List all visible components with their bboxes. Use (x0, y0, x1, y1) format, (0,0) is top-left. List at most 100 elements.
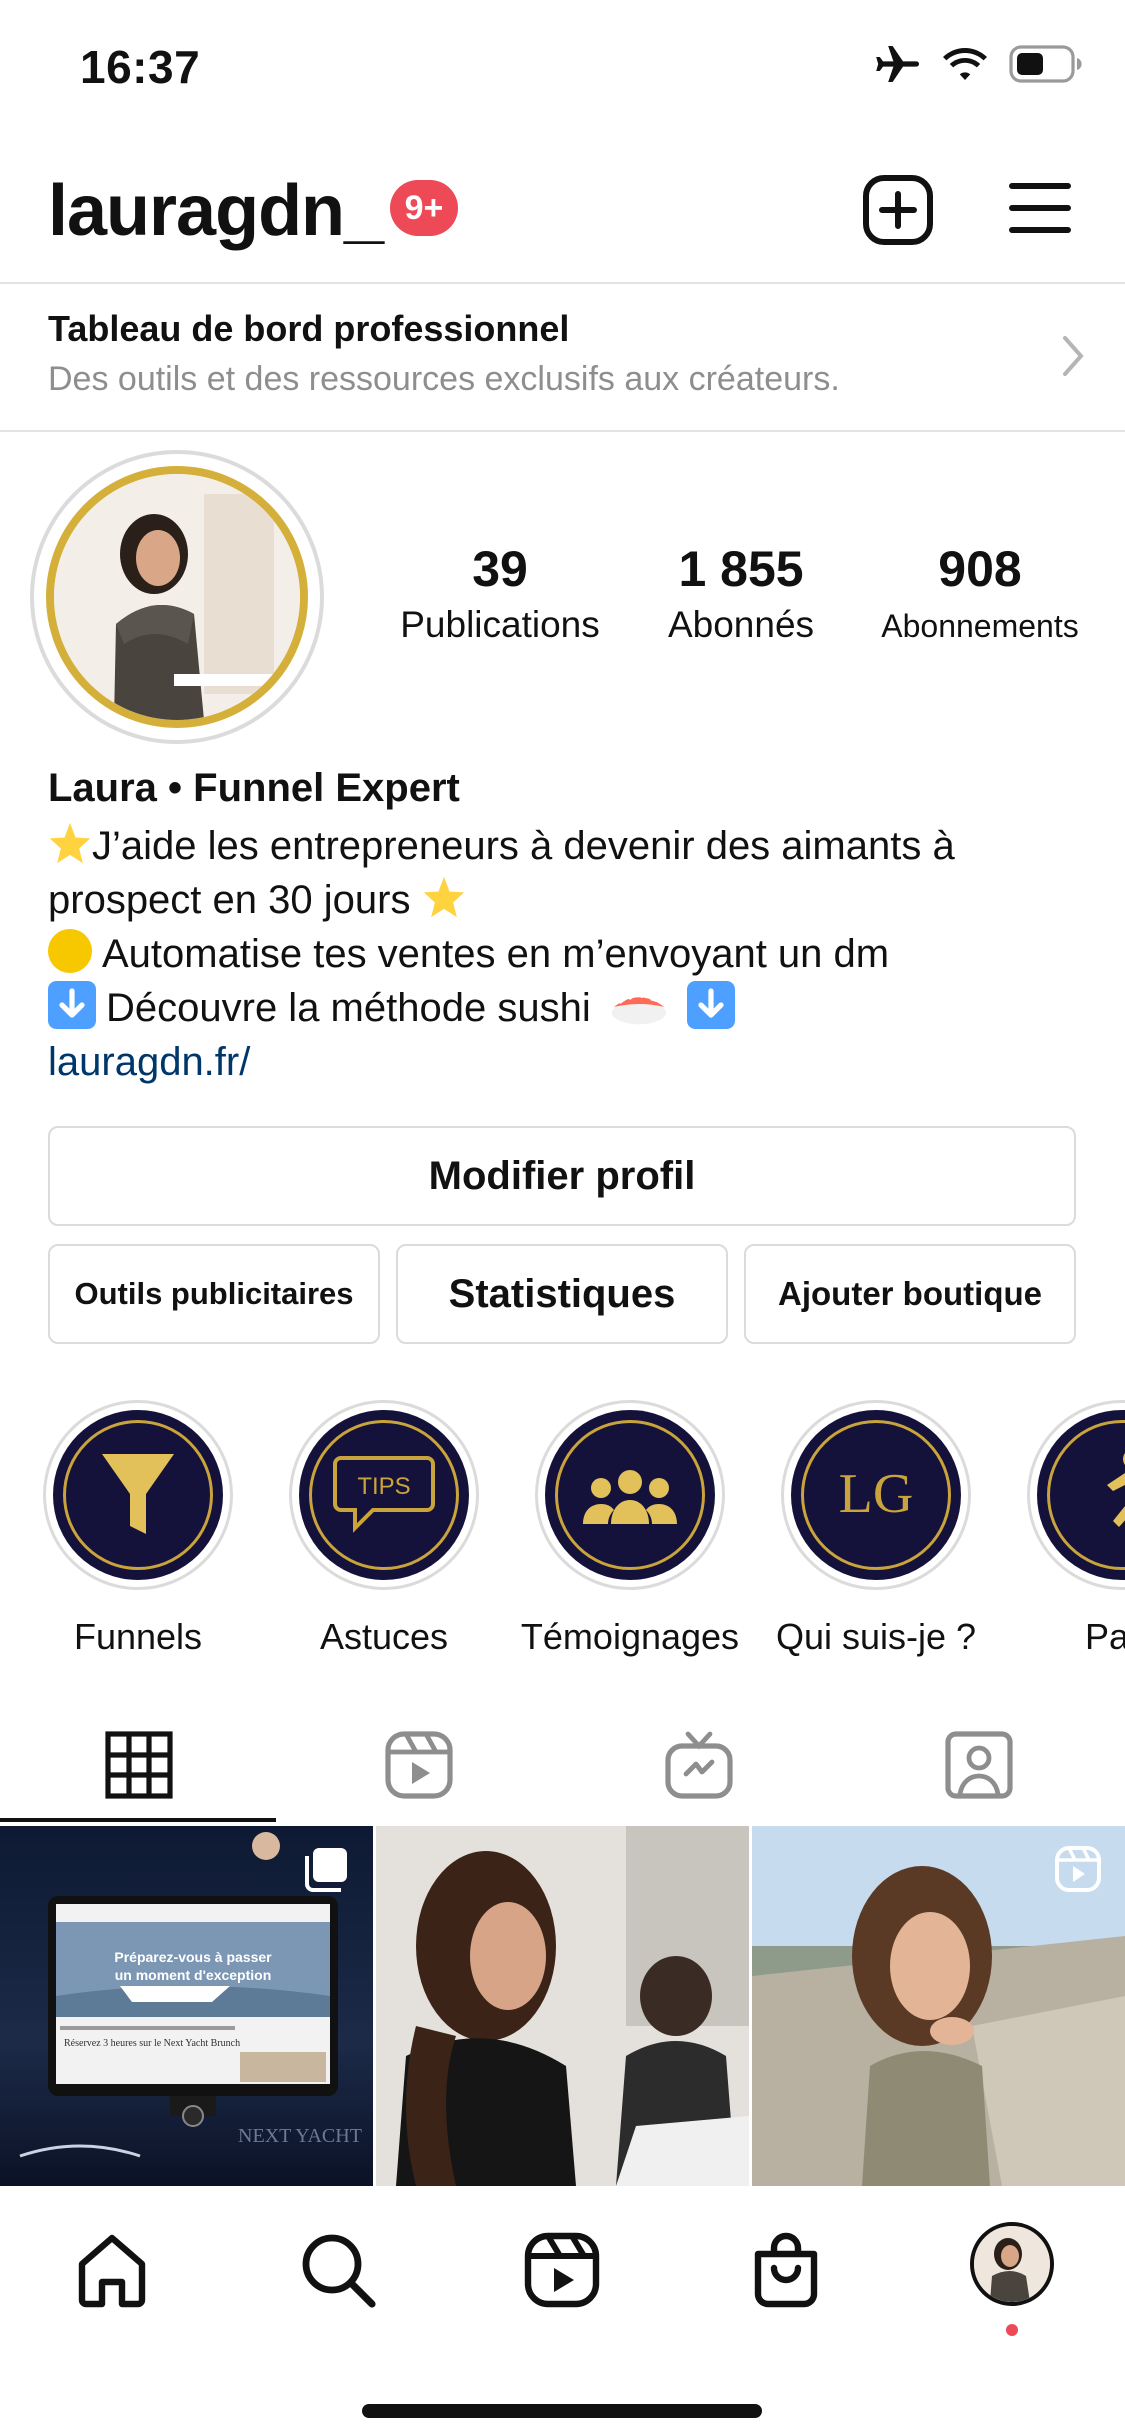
search-icon[interactable] (298, 2230, 378, 2310)
post-brand: NEXT YACHT (238, 2125, 362, 2147)
funnel-icon (102, 1454, 174, 1534)
hamburger-menu-icon[interactable] (1008, 180, 1072, 236)
post-thumbnail[interactable] (752, 1826, 1125, 2186)
post-image-woman-meeting (376, 1826, 749, 2186)
active-tab-indicator (0, 1818, 276, 1822)
edit-profile-button[interactable]: Modifier profil (48, 1126, 1076, 1226)
highlight-label: Parc (1084, 1616, 1125, 1657)
tips-bubble-icon: TIPS (333, 1456, 435, 1533)
stat-followers[interactable]: 1 855 Abonnés (630, 540, 852, 646)
stat-followers-label: Abonnés (667, 604, 815, 645)
highlight-ring: TIPS (289, 1400, 479, 1590)
stat-following-value: 908 (938, 541, 1022, 597)
highlight-label: Qui suis-je ? (775, 1616, 977, 1657)
highlight-astuces[interactable]: TIPS Astuces (264, 1400, 504, 1658)
ad-tools-button[interactable]: Outils publicitaires (48, 1244, 380, 1344)
highlight-ring (1027, 1400, 1125, 1590)
highlight-ring: LG (781, 1400, 971, 1590)
glowing-star-icon (49, 822, 91, 864)
notification-badge[interactable]: 9+ (390, 180, 458, 236)
glowing-star-icon (423, 876, 464, 918)
highlight-ring (43, 1400, 233, 1590)
bio-website-link[interactable]: lauragdn.fr/ (48, 1035, 1088, 1089)
highlight-qui-suis-je[interactable]: LG Qui suis-je ? (756, 1400, 996, 1658)
airplane-icon (876, 46, 919, 82)
bio-line-4: Découvre la méthode sushi (48, 981, 1088, 1035)
nav-avatar-photo (974, 2226, 1050, 2302)
profile-display-name: Laura • Funnel Expert (48, 766, 460, 810)
bio-text-1: J’aide les entrepreneurs à devenir des a… (92, 824, 955, 868)
bio-text-4: Découvre la méthode sushi (106, 986, 591, 1030)
highlight-parcours[interactable]: Parc (1002, 1400, 1125, 1658)
bio-line-3: Automatise tes ventes en m’envoyant un d… (48, 927, 1088, 981)
pro-dashboard-subtitle: Des outils et des ressources exclusifs a… (48, 360, 840, 398)
plus-square-icon[interactable] (862, 174, 934, 246)
igtv-icon[interactable] (664, 1730, 734, 1800)
reels-icon[interactable] (522, 2230, 602, 2310)
professional-dashboard[interactable]: Tableau de bord professionnel Des outils… (0, 284, 1125, 432)
highlight-funnels[interactable]: Funnels (18, 1400, 258, 1658)
post-caption-line-1: Préparez-vous à passer (114, 1949, 272, 1965)
profile-header: lauragdn_ 9+ (0, 150, 1125, 280)
shopping-bag-icon[interactable] (746, 2230, 826, 2310)
username-title[interactable]: lauragdn_ (48, 170, 384, 252)
profile-avatar[interactable] (30, 450, 324, 744)
lg-text: LG (839, 1463, 914, 1525)
bio-section: Laura • Funnel Expert J’aide les entrepr… (48, 766, 1088, 1089)
highlight-ring (535, 1400, 725, 1590)
avatar-illustration (54, 474, 300, 720)
highlight-cover: LG (791, 1410, 961, 1580)
stat-publications-label: Publications (400, 604, 600, 645)
stat-publications[interactable]: 39 Publications (380, 540, 620, 646)
status-icons (873, 44, 1085, 84)
stat-following-label: Abonnements (881, 608, 1079, 644)
highlight-cover (53, 1410, 223, 1580)
profile-tabs (0, 1710, 1125, 1822)
post-thumbnail[interactable] (376, 1826, 749, 2186)
runner-icon (1107, 1453, 1125, 1527)
lg-monogram-icon: LG (839, 1463, 914, 1525)
highlight-label: Témoignages (520, 1616, 740, 1657)
stat-followers-value: 1 855 (678, 541, 804, 597)
down-arrow-icon (686, 981, 735, 1029)
statistics-button[interactable]: Statistiques (396, 1244, 728, 1344)
add-shop-button[interactable]: Ajouter boutique (744, 1244, 1076, 1344)
reels-icon (1055, 1846, 1101, 1892)
post-thumbnail[interactable]: Préparez-vous à passer un moment d'excep… (0, 1826, 373, 2186)
post-grid: Préparez-vous à passer un moment d'excep… (0, 1826, 1125, 2186)
bio-line-2: prospect en 30 jours (48, 873, 1088, 927)
people-group-icon (583, 1470, 677, 1524)
grid-icon[interactable] (104, 1730, 174, 1800)
pro-dashboard-title: Tableau de bord professionnel (48, 308, 570, 349)
stat-following[interactable]: 908 Abonnements (862, 540, 1098, 645)
post-footer-text: Réservez 3 heures sur le Next Yacht Brun… (64, 2038, 240, 2049)
notification-dot (1006, 2324, 1018, 2336)
home-icon[interactable] (72, 2230, 152, 2310)
highlight-label: Funnels (73, 1616, 203, 1657)
reels-icon[interactable] (384, 1730, 454, 1800)
bio-text-2: prospect en 30 jours (48, 878, 411, 922)
stat-publications-value: 39 (472, 541, 528, 597)
highlight-cover (545, 1410, 715, 1580)
wifi-icon (943, 48, 987, 80)
bio-text-3: Automatise tes ventes en m’envoyant un d… (102, 932, 890, 976)
home-indicator (362, 2404, 762, 2418)
chevron-right-icon (1063, 336, 1084, 376)
status-time: 16:37 (80, 41, 201, 93)
down-arrow-icon (48, 981, 96, 1029)
bottom-navigation (0, 2186, 1125, 2436)
tips-text: TIPS (357, 1473, 410, 1500)
tagged-user-icon[interactable] (944, 1730, 1014, 1800)
profile-avatar[interactable] (970, 2222, 1054, 2306)
highlight-label: Astuces (319, 1616, 449, 1657)
yellow-circle-icon (48, 929, 92, 973)
highlight-cover (1037, 1410, 1125, 1580)
divider (0, 430, 1125, 432)
avatar-photo (46, 466, 308, 728)
story-highlights: Funnels TIPS Astuces Témoignages LG Qui … (0, 1400, 1125, 1660)
battery-icon (1009, 45, 1082, 83)
highlight-temoignages[interactable]: Témoignages (510, 1400, 750, 1658)
status-bar: 16:37 (0, 0, 1125, 130)
carousel-icon (305, 1848, 347, 1892)
bio-line-1: J’aide les entrepreneurs à devenir des a… (48, 819, 1088, 873)
